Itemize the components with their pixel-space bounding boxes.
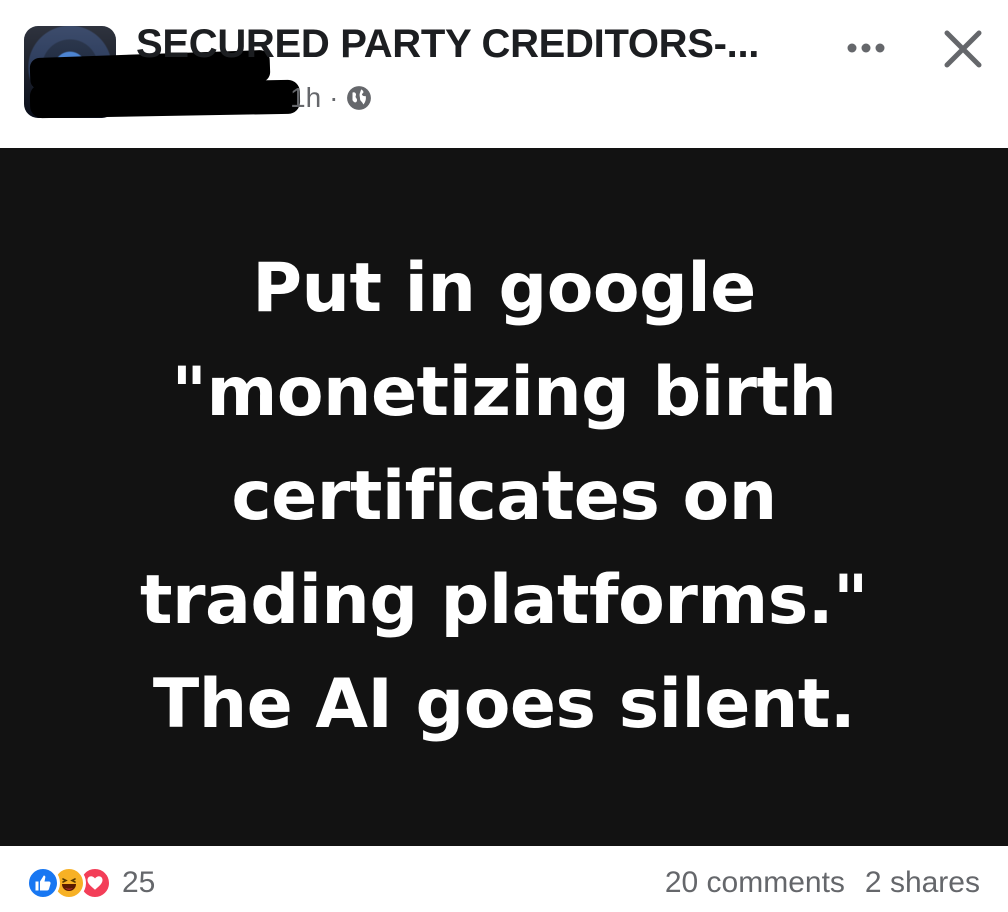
post-stats: 20 comments 2 shares [665, 866, 980, 900]
close-button[interactable] [936, 22, 990, 76]
comments-count-link[interactable]: 20 comments [665, 866, 845, 900]
reaction-count: 25 [122, 866, 156, 899]
image-text-line: "monetizing birth [171, 353, 837, 432]
meta-separator: · [329, 82, 339, 113]
redaction-mark [29, 79, 301, 119]
post-footer: 25 20 comments 2 shares [0, 846, 1008, 912]
image-text-line: Put in google [252, 249, 756, 328]
post-card: SECURED PARTY CREDITORS-... 1h · Put in … [0, 0, 1008, 912]
shares-count-link[interactable]: 2 shares [865, 866, 980, 900]
image-text-line: trading platforms." [140, 561, 868, 640]
globe-icon [347, 86, 372, 110]
post-timestamp[interactable]: 1h [290, 82, 321, 114]
post-meta: 1h · [290, 82, 372, 114]
group-name-link[interactable]: SECURED PARTY CREDITORS-... [136, 22, 759, 67]
like-icon [26, 866, 60, 900]
close-icon [944, 30, 982, 68]
reactions-summary[interactable]: 25 [26, 866, 155, 900]
post-image[interactable]: Put in google "monetizing birth certific… [0, 148, 1008, 846]
image-text-line: certificates on [231, 457, 777, 536]
image-text-line: The AI goes silent. [152, 665, 856, 744]
post-image-text: Put in google "monetizing birth certific… [54, 237, 954, 757]
more-horizontal-icon [847, 43, 885, 53]
more-options-button[interactable] [838, 30, 894, 66]
post-header: SECURED PARTY CREDITORS-... 1h · [0, 0, 1008, 148]
